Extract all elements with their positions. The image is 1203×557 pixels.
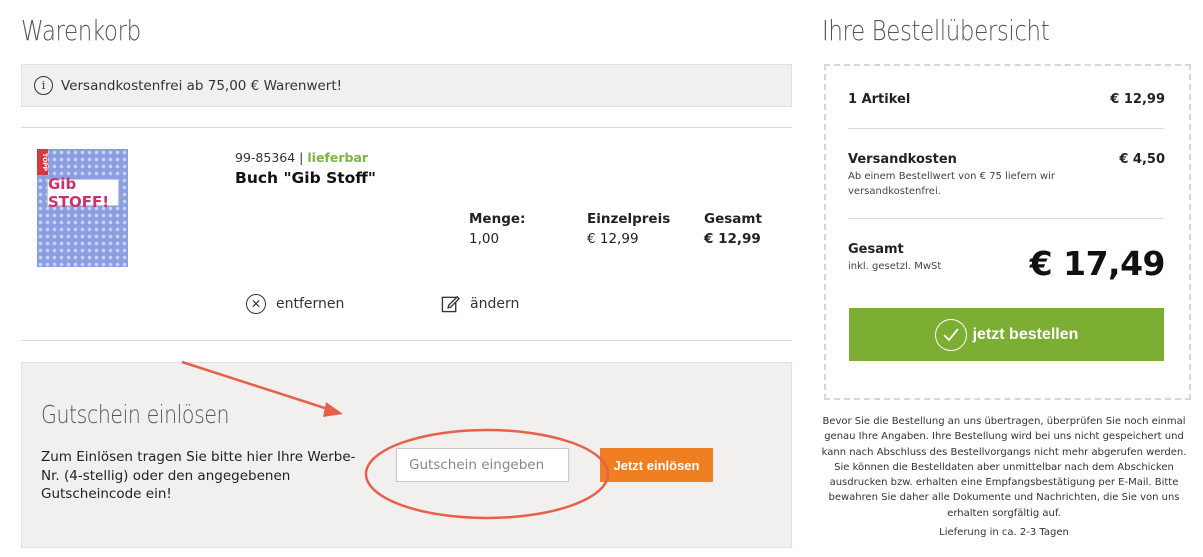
voucher-title: Gutschein einlösen xyxy=(41,400,230,429)
product-sku-line: 99-85364 | lieferbar xyxy=(235,150,368,165)
product-name[interactable]: Buch "Gib Stoff" xyxy=(235,169,376,187)
remove-label: entfernen xyxy=(276,296,345,312)
redeem-voucher-button[interactable]: Jetzt einlösen xyxy=(600,448,713,482)
voucher-input[interactable] xyxy=(396,448,569,482)
legal-notice: Bevor Sie die Bestellung an uns übertrag… xyxy=(821,416,1187,519)
quantity-value: 1,00 xyxy=(469,231,500,247)
product-image[interactable]: TOPP Gib STOFF! xyxy=(37,149,128,267)
edit-label: ändern xyxy=(470,295,520,312)
voucher-description: Zum Einlösen tragen Sie bitte hier Ihre … xyxy=(41,449,356,502)
items-label: 1 Artikel xyxy=(848,92,911,107)
quantity-label: Menge: xyxy=(469,211,526,227)
divider xyxy=(21,340,792,341)
shipping-note: Ab einem Bestellwert von € 75 liefern wi… xyxy=(848,171,1056,197)
vat-note: inkl. gesetzl. MwSt xyxy=(848,261,942,272)
product-image-title: Gib STOFF! xyxy=(47,175,119,211)
shipping-value: € 4,50 xyxy=(1119,152,1165,167)
shipping-notice: i Versandkostenfrei ab 75,00 € Warenwert… xyxy=(21,64,792,107)
check-icon xyxy=(934,318,967,351)
divider xyxy=(848,218,1164,219)
divider xyxy=(848,128,1164,129)
grand-total-label: Gesamt xyxy=(848,242,904,257)
unit-price-value: € 12,99 xyxy=(587,231,639,247)
grand-total-value: € 17,49 xyxy=(1029,244,1166,283)
info-icon: i xyxy=(34,76,53,95)
sku-separator: | xyxy=(299,150,304,165)
edit-button[interactable]: ändern xyxy=(441,294,519,313)
summary-title: Ihre Bestellübersicht xyxy=(822,14,1050,47)
product-sku: 99-85364 xyxy=(235,150,296,165)
remove-icon: ✕ xyxy=(246,294,266,314)
place-order-button[interactable]: jetzt bestellen xyxy=(849,308,1164,361)
line-total-label: Gesamt xyxy=(704,211,762,227)
shipping-notice-text: Versandkostenfrei ab 75,00 € Warenwert! xyxy=(61,77,343,94)
edit-icon xyxy=(441,295,460,313)
line-total-value: € 12,99 xyxy=(704,231,761,247)
unit-price-label: Einzelpreis xyxy=(587,211,671,227)
divider xyxy=(21,127,792,128)
page-title: Warenkorb xyxy=(21,14,141,47)
availability-status: lieferbar xyxy=(307,150,369,165)
remove-button[interactable]: ✕ entfernen xyxy=(246,294,344,314)
delivery-time: Lieferung in ca. 2-3 Tagen xyxy=(939,527,1069,538)
product-image-badge: TOPP xyxy=(37,149,48,175)
shipping-label: Versandkosten xyxy=(848,152,957,167)
place-order-label: jetzt bestellen xyxy=(972,325,1079,343)
items-value: € 12,99 xyxy=(1110,92,1165,107)
